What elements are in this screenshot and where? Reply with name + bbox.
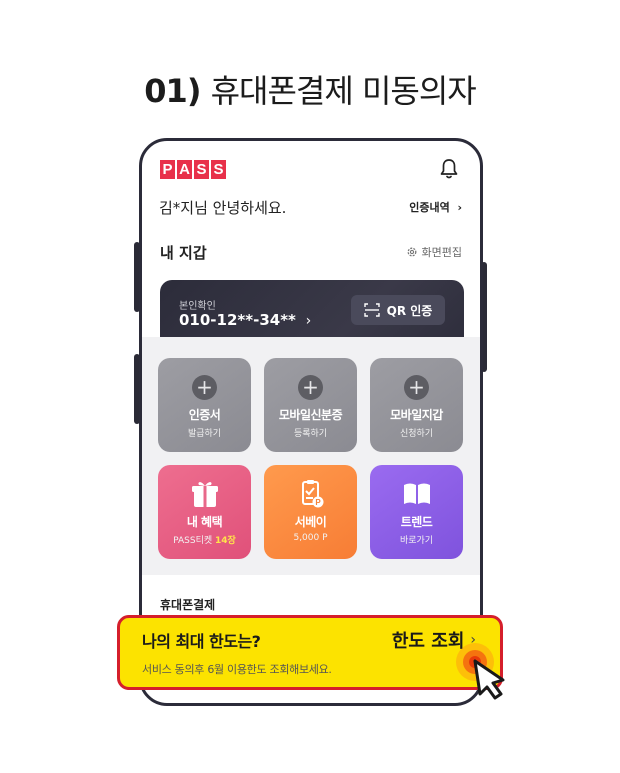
ticket-label: PASS티켓 <box>173 536 213 546</box>
plus-icon: + <box>298 375 323 400</box>
banner-description: 서비스 동의후 6월 이용한도 조회해보세요. <box>142 663 332 676</box>
svg-text:P: P <box>315 498 321 507</box>
tile-subtitle: 5,000 P <box>293 533 328 543</box>
page-title-text: 휴대폰결제 미동의자 <box>210 72 477 110</box>
wallet-tiles: + 인증서 발급하기 + 모바일신분증 등록하기 + 모바일지갑 신청하기 내 … <box>142 337 480 575</box>
phone-number: 010-12**-34** <box>179 311 296 329</box>
edit-screen-label: 화면편집 <box>421 246 462 259</box>
plus-icon: + <box>404 375 429 400</box>
tile-mobile-id[interactable]: + 모바일신분증 등록하기 <box>264 358 357 452</box>
tile-subtitle: 바로가기 <box>399 536 434 546</box>
tile-subtitle: 신청하기 <box>399 429 434 439</box>
bell-icon[interactable] <box>439 158 459 180</box>
hand-pointer-icon <box>456 643 505 700</box>
pass-logo: P A S S <box>160 160 226 179</box>
auth-history-link[interactable]: 인증내역 › <box>409 199 462 215</box>
gear-icon <box>407 247 416 257</box>
id-card-label: 본인확인 <box>179 301 216 312</box>
logo-letter: A <box>177 160 192 179</box>
gift-icon <box>192 482 218 507</box>
tile-certificate[interactable]: + 인증서 발급하기 <box>158 358 251 452</box>
tile-subtitle: PASS티켓 14장 <box>158 533 251 546</box>
id-card-number: 010-12**-34** › <box>179 311 311 329</box>
plus-icon: + <box>192 375 217 400</box>
wallet-title: 내 지갑 <box>160 244 207 262</box>
chevron-right-icon: › <box>453 201 462 214</box>
tile-subtitle: 발급하기 <box>187 429 222 439</box>
auth-history-label: 인증내역 <box>409 201 450 214</box>
mobile-payment-title: 휴대폰결제 <box>160 598 216 612</box>
tile-title: 모바일신분증 <box>278 408 343 422</box>
tile-subtitle: 등록하기 <box>293 429 328 439</box>
qr-auth-label: QR 인증 <box>386 303 433 318</box>
tile-title: 서베이 <box>294 515 327 529</box>
qr-scan-icon <box>363 303 380 317</box>
tile-survey[interactable]: P 서베이 5,000 P <box>264 465 357 559</box>
tile-mobile-wallet[interactable]: + 모바일지갑 신청하기 <box>370 358 463 452</box>
tile-trend[interactable]: 트렌드 바로가기 <box>370 465 463 559</box>
book-icon <box>404 483 430 504</box>
ticket-count: 14장 <box>215 536 236 546</box>
logo-letter: S <box>211 160 226 179</box>
page-title: 01) 휴대폰결제 미동의자 <box>0 66 620 112</box>
limit-check-banner[interactable]: 나의 최대 한도는? 한도 조회 › 서비스 동의후 6월 이용한도 조회해보세… <box>117 615 503 690</box>
clipboard-icon: P <box>302 480 324 508</box>
page-title-number: 01) <box>144 72 201 110</box>
logo-letter: S <box>194 160 209 179</box>
tile-title: 트렌드 <box>400 515 433 529</box>
tile-title: 모바일지갑 <box>390 408 443 422</box>
tile-title: 인증서 <box>188 408 221 422</box>
banner-question: 나의 최대 한도는? <box>142 632 261 651</box>
logo-letter: P <box>160 160 175 179</box>
tile-title: 내 혜택 <box>186 515 223 529</box>
tile-benefits[interactable]: 내 혜택 PASS티켓 14장 <box>158 465 251 559</box>
chevron-right-icon: › <box>301 313 312 329</box>
qr-auth-button[interactable]: QR 인증 <box>351 295 445 325</box>
greeting-text: 김*지님 안녕하세요. <box>159 199 287 217</box>
edit-screen-button[interactable]: 화면편집 <box>406 244 462 260</box>
